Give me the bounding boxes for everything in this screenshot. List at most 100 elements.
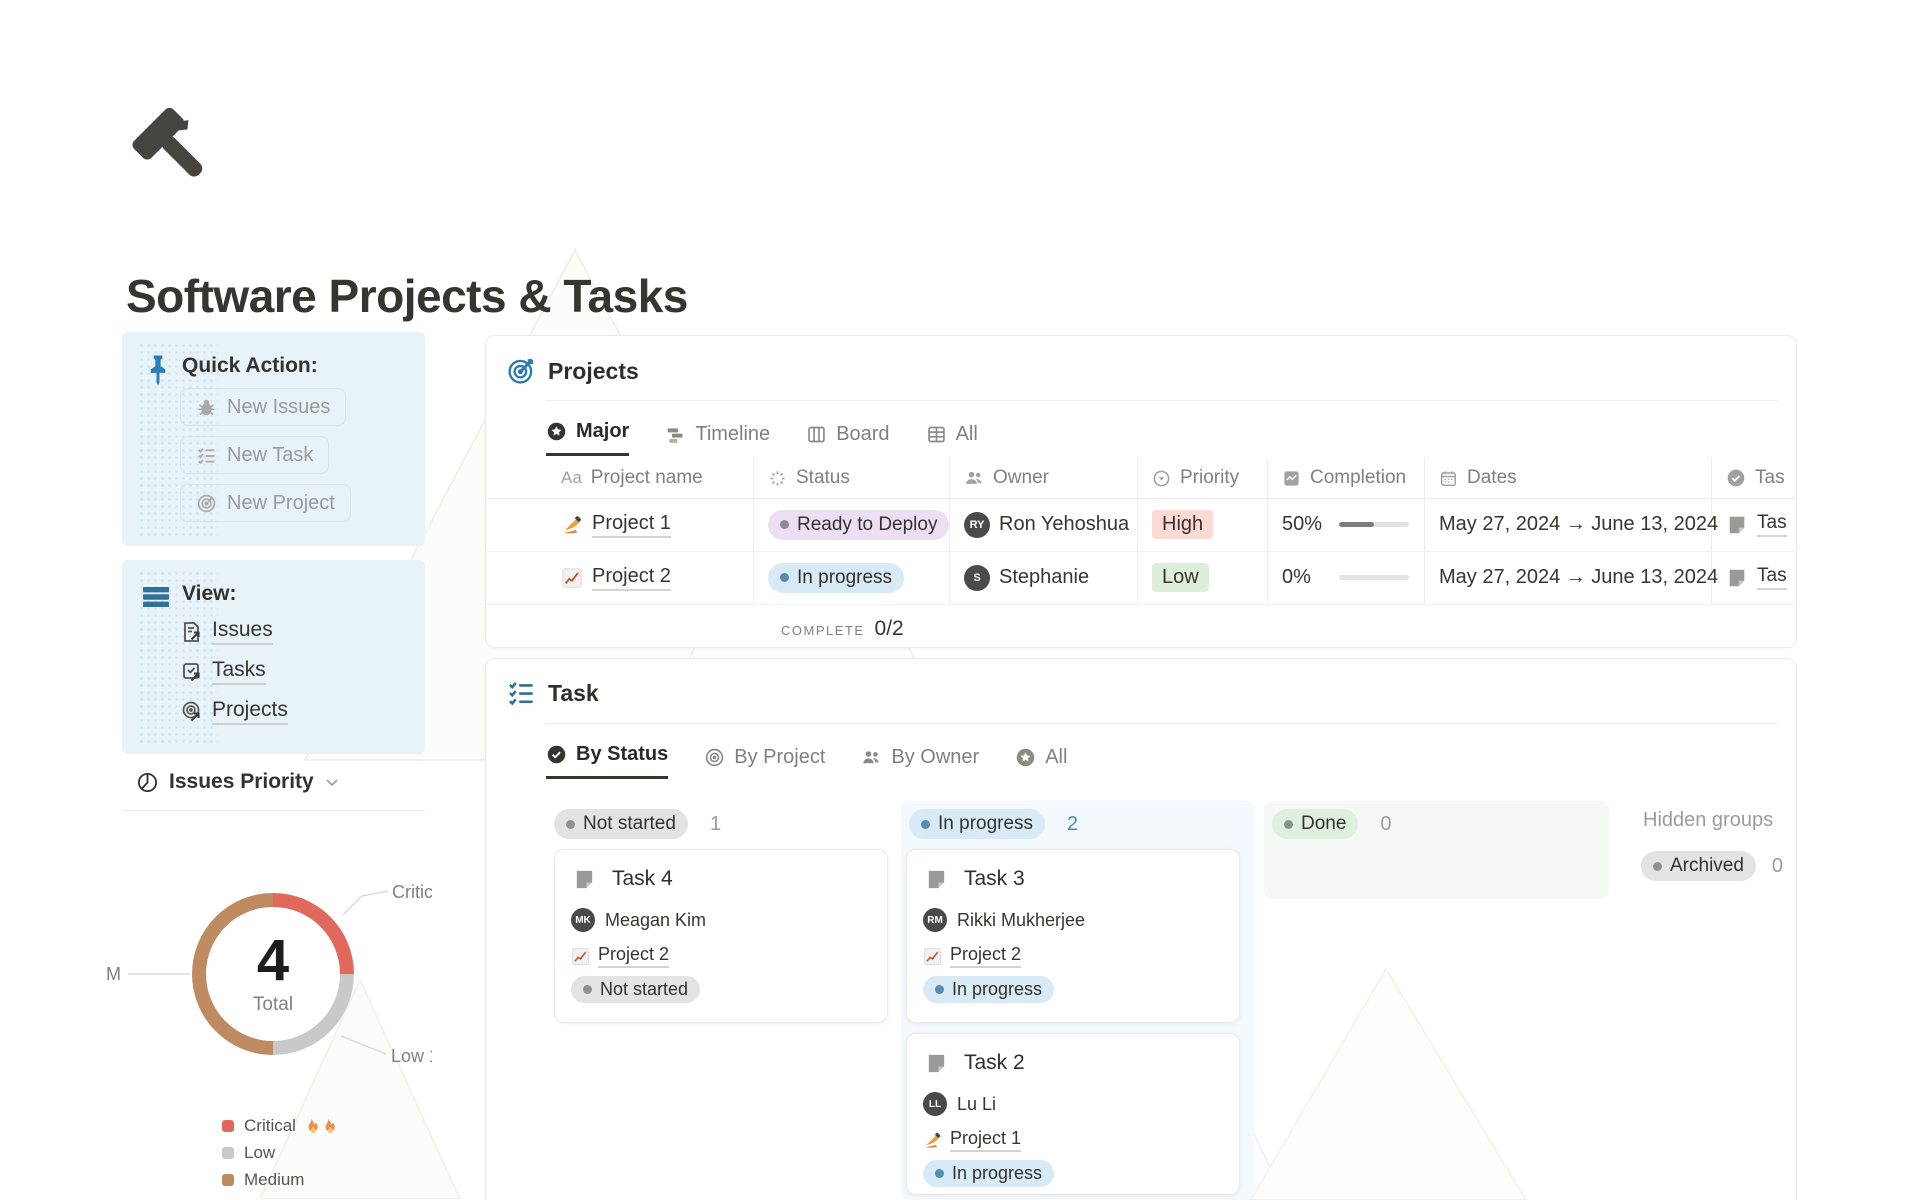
task-card-task-3[interactable]: Task 3 RM Rikki Mukherjee Project 2 In p… <box>906 849 1240 1023</box>
column-label: Dates <box>1467 467 1517 489</box>
avatar: MK <box>571 908 595 932</box>
chart-total-label: Total <box>253 994 293 1016</box>
chart-callout-critical: Critica <box>392 882 432 903</box>
writing-hand-icon <box>561 514 583 536</box>
status-dot <box>935 985 944 994</box>
legend-swatch <box>222 1174 234 1186</box>
group-label: In progress <box>938 813 1033 835</box>
completion-cell[interactable]: 0% <box>1282 551 1409 604</box>
tab-all[interactable]: All <box>926 423 978 456</box>
task-card-project[interactable]: Project 1 <box>923 1128 1021 1152</box>
project-name-cell[interactable]: Project 1 <box>561 498 671 551</box>
new-issues-button[interactable]: New Issues <box>180 388 346 426</box>
tab-label: All <box>956 423 978 446</box>
view-link-issues[interactable]: Issues <box>180 618 273 645</box>
task-card-owner: RM Rikki Mukherjee <box>923 908 1085 932</box>
issues-priority-header[interactable]: Issues Priority <box>136 770 340 794</box>
table-row-project-2[interactable]: Project 2 In progress S Stephanie Low 0%… <box>486 551 1796 605</box>
status-label: Ready to Deploy <box>797 514 937 536</box>
task-card-project[interactable]: Project 2 <box>571 944 669 968</box>
column-label: Priority <box>1180 467 1239 489</box>
project-link[interactable]: Project 1 <box>592 512 671 538</box>
task-card-task-2[interactable]: Task 2 LL Lu Li Project 1 In progress <box>906 1033 1240 1195</box>
tab-timeline[interactable]: Timeline <box>665 423 770 456</box>
page-title: Software Projects & Tasks <box>126 269 688 323</box>
calendar-icon <box>1439 469 1458 488</box>
project-link[interactable]: Project 2 <box>950 944 1021 968</box>
tab-all[interactable]: All <box>1015 746 1067 779</box>
completion-cell[interactable]: 50% <box>1282 498 1409 551</box>
column-header-done[interactable]: Done 0 <box>1272 809 1392 839</box>
tasks-cell[interactable]: Tas <box>1726 498 1787 551</box>
note-icon <box>925 1052 948 1075</box>
group-label: Archived <box>1670 855 1744 877</box>
dates-cell[interactable]: May 27, 2024 → June 13, 2024 <box>1439 551 1718 604</box>
projects-footer[interactable]: COMPLETE 0/2 <box>781 617 904 641</box>
avatar: LL <box>923 1092 947 1116</box>
owner-cell[interactable]: RY Ron Yehoshua <box>964 498 1129 551</box>
table-row-project-1[interactable]: Project 1 Ready to Deploy RY Ron Yehoshu… <box>486 498 1796 552</box>
issues-priority-label: Issues Priority <box>169 770 314 794</box>
column-header-in-progress[interactable]: In progress 2 <box>909 809 1078 839</box>
task-card-task-4[interactable]: Task 4 MK Meagan Kim Project 2 Not start… <box>554 849 888 1023</box>
tab-by-status[interactable]: By Status <box>546 743 668 779</box>
tab-by-owner[interactable]: By Owner <box>861 746 979 779</box>
task-card-status: In progress <box>923 976 1054 1003</box>
star-circle-icon <box>1015 747 1036 768</box>
task-card-title: Task 4 <box>612 867 673 891</box>
column-dates[interactable]: Dates <box>1439 458 1517 498</box>
task-link[interactable]: Tas <box>1757 565 1787 590</box>
project-name-cell[interactable]: Project 2 <box>561 551 671 604</box>
legend-item-low: Low <box>222 1143 338 1163</box>
task-title: Task <box>548 680 599 707</box>
legend-swatch <box>222 1147 234 1159</box>
task-card-status: Not started <box>571 976 700 1003</box>
tasks-cell[interactable]: Tas <box>1726 551 1787 604</box>
priority-cell[interactable]: Low <box>1152 551 1209 604</box>
status-dot <box>935 1169 944 1178</box>
tab-major[interactable]: Major <box>546 420 629 456</box>
new-project-label: New Project <box>227 492 335 515</box>
people-icon <box>964 468 984 488</box>
task-link[interactable]: Tas <box>1757 512 1787 537</box>
project-link[interactable]: Project 2 <box>598 944 669 968</box>
target-icon <box>704 747 725 768</box>
target-icon <box>196 493 217 514</box>
owner-name: Stephanie <box>999 566 1089 589</box>
status-dot <box>583 985 592 994</box>
status-cell[interactable]: Ready to Deploy <box>768 498 949 551</box>
people-icon <box>861 747 882 768</box>
status-dot <box>780 520 789 529</box>
hidden-group-archived[interactable]: Archived 0 <box>1641 851 1793 881</box>
status-dot <box>921 820 930 829</box>
new-project-button[interactable]: New Project <box>180 484 351 522</box>
timeline-icon <box>665 424 686 445</box>
column-status[interactable]: Status <box>768 458 850 498</box>
column-tasks[interactable]: Tas <box>1726 458 1785 498</box>
legend-label: Critical <box>244 1116 296 1136</box>
task-card-project[interactable]: Project 2 <box>923 944 1021 968</box>
status-cell[interactable]: In progress <box>768 551 904 604</box>
task-card-title: Task 3 <box>964 867 1025 891</box>
project-link[interactable]: Project 2 <box>592 565 671 591</box>
view-link-tasks[interactable]: Tasks <box>180 658 266 685</box>
list-icon <box>143 586 169 608</box>
new-task-button[interactable]: New Task <box>180 436 329 474</box>
column-project-name[interactable]: Aa Project name <box>561 458 703 498</box>
dates-cell[interactable]: May 27, 2024 → June 13, 2024 <box>1439 498 1718 551</box>
project-link[interactable]: Project 1 <box>950 1128 1021 1152</box>
owner-cell[interactable]: S Stephanie <box>964 551 1089 604</box>
tab-board[interactable]: Board <box>806 423 889 456</box>
column-priority[interactable]: Priority <box>1152 458 1239 498</box>
tab-by-project[interactable]: By Project <box>704 746 825 779</box>
column-completion[interactable]: Completion <box>1282 458 1406 498</box>
chart-total-value: 4 <box>257 932 289 990</box>
new-task-label: New Task <box>227 444 313 467</box>
view-link-projects[interactable]: Projects <box>180 698 288 725</box>
tab-label: By Project <box>734 746 825 769</box>
target-dart-icon <box>506 356 536 386</box>
column-owner[interactable]: Owner <box>964 458 1049 498</box>
projects-table-header: Aa Project name Status Owner Priority <box>486 458 1796 499</box>
column-header-not-started[interactable]: Not started 1 <box>554 809 721 839</box>
priority-cell[interactable]: High <box>1152 498 1213 551</box>
